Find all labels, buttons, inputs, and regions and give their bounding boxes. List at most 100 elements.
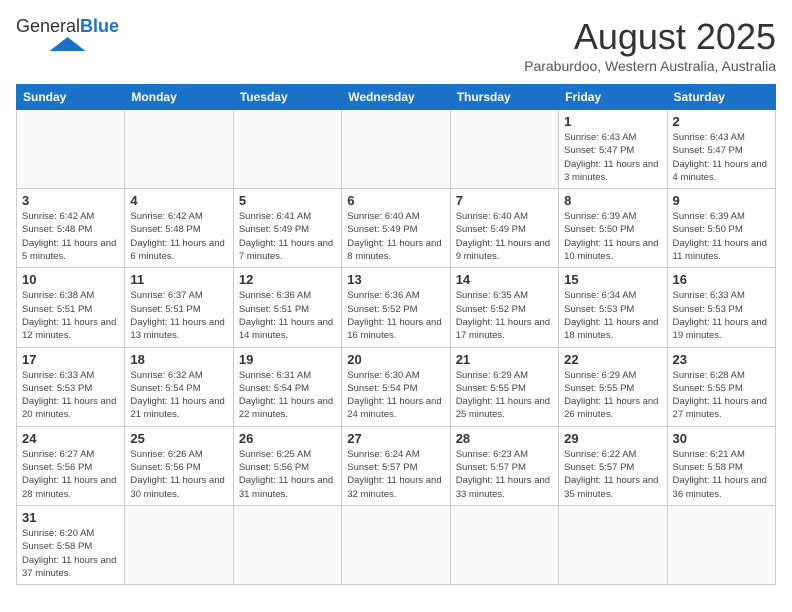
calendar-cell: 6Sunrise: 6:40 AM Sunset: 5:49 PM Daylig…	[342, 189, 450, 268]
calendar-cell: 22 Sunrise: 6:29 AM Sunset: 5:55 PM Dayli…	[559, 347, 667, 426]
calendar-cell: 3Sunrise: 6:42 AM Sunset: 5:48 PM Daylig…	[17, 189, 125, 268]
calendar-cell: 28 Sunrise: 6:23 AM Sunset: 5:57 PM Dayli…	[450, 426, 558, 505]
day-info: Sunrise: 6:24 AM Sunset: 5:57 PM Dayligh…	[347, 448, 444, 501]
day-info: Sunrise: 6:36 AM Sunset: 5:52 PM Dayligh…	[347, 289, 444, 342]
day-number: 5	[239, 193, 336, 208]
day-info: Sunrise: 6:38 AM Sunset: 5:51 PM Dayligh…	[22, 289, 119, 342]
day-number: 2	[673, 114, 770, 129]
weekday-tuesday: Tuesday	[233, 85, 341, 110]
weekday-saturday: Saturday	[667, 85, 775, 110]
day-number: 3	[22, 193, 119, 208]
day-number: 13	[347, 272, 444, 287]
week-row-0: 1 Sunrise: 6:43 AM Sunset: 5:47 PM Daylig…	[17, 110, 776, 189]
day-info: Sunrise: 6:39 AM Sunset: 5:50 PM Dayligh…	[673, 210, 770, 263]
calendar-cell: 25Sunrise: 6:26 AM Sunset: 5:56 PM Dayli…	[125, 426, 233, 505]
weekday-thursday: Thursday	[450, 85, 558, 110]
day-number: 25	[130, 431, 227, 446]
weekday-friday: Friday	[559, 85, 667, 110]
calendar-body: 1 Sunrise: 6:43 AM Sunset: 5:47 PM Daylig…	[17, 110, 776, 585]
calendar-cell	[233, 110, 341, 189]
day-number: 19	[239, 352, 336, 367]
day-number: 22	[564, 352, 661, 367]
day-number: 8	[564, 193, 661, 208]
day-info: Sunrise: 6:43 AM Sunset: 5:47 PM Dayligh…	[564, 131, 661, 184]
calendar-cell: 29 Sunrise: 6:22 AM Sunset: 5:57 PM Dayli…	[559, 426, 667, 505]
calendar-cell: 14 Sunrise: 6:35 AM Sunset: 5:52 PM Dayli…	[450, 268, 558, 347]
day-info: Sunrise: 6:40 AM Sunset: 5:49 PM Dayligh…	[347, 210, 444, 263]
calendar-cell: 7Sunrise: 6:40 AM Sunset: 5:49 PM Daylig…	[450, 189, 558, 268]
day-info: Sunrise: 6:21 AM Sunset: 5:58 PM Dayligh…	[673, 448, 770, 501]
day-number: 26	[239, 431, 336, 446]
day-number: 18	[130, 352, 227, 367]
calendar-cell	[450, 110, 558, 189]
day-number: 4	[130, 193, 227, 208]
calendar-cell	[667, 505, 775, 584]
day-info: Sunrise: 6:23 AM Sunset: 5:57 PM Dayligh…	[456, 448, 553, 501]
calendar-cell	[125, 110, 233, 189]
calendar-cell: 23Sunrise: 6:28 AM Sunset: 5:55 PM Dayli…	[667, 347, 775, 426]
day-number: 23	[673, 352, 770, 367]
week-row-5: 31Sunrise: 6:20 AM Sunset: 5:58 PM Dayli…	[17, 505, 776, 584]
day-info: Sunrise: 6:35 AM Sunset: 5:52 PM Dayligh…	[456, 289, 553, 342]
day-number: 20	[347, 352, 444, 367]
week-row-1: 3Sunrise: 6:42 AM Sunset: 5:48 PM Daylig…	[17, 189, 776, 268]
logo: GeneralBlue	[16, 16, 119, 51]
calendar-cell	[125, 505, 233, 584]
calendar-cell: 5 Sunrise: 6:41 AM Sunset: 5:49 PM Daylig…	[233, 189, 341, 268]
day-number: 30	[673, 431, 770, 446]
day-number: 10	[22, 272, 119, 287]
day-number: 1	[564, 114, 661, 129]
day-info: Sunrise: 6:32 AM Sunset: 5:54 PM Dayligh…	[130, 369, 227, 422]
day-info: Sunrise: 6:29 AM Sunset: 5:55 PM Dayligh…	[564, 369, 661, 422]
day-info: Sunrise: 6:33 AM Sunset: 5:53 PM Dayligh…	[22, 369, 119, 422]
day-number: 21	[456, 352, 553, 367]
page-header: GeneralBlue August 2025 Paraburdoo, West…	[16, 16, 776, 74]
calendar-cell: 20 Sunrise: 6:30 AM Sunset: 5:54 PM Dayli…	[342, 347, 450, 426]
calendar-cell	[559, 505, 667, 584]
calendar-cell: 16 Sunrise: 6:33 AM Sunset: 5:53 PM Dayli…	[667, 268, 775, 347]
day-info: Sunrise: 6:22 AM Sunset: 5:57 PM Dayligh…	[564, 448, 661, 501]
calendar-cell: 18 Sunrise: 6:32 AM Sunset: 5:54 PM Dayli…	[125, 347, 233, 426]
day-number: 11	[130, 272, 227, 287]
day-info: Sunrise: 6:30 AM Sunset: 5:54 PM Dayligh…	[347, 369, 444, 422]
day-info: Sunrise: 6:37 AM Sunset: 5:51 PM Dayligh…	[130, 289, 227, 342]
calendar-cell: 10 Sunrise: 6:38 AM Sunset: 5:51 PM Dayli…	[17, 268, 125, 347]
day-info: Sunrise: 6:33 AM Sunset: 5:53 PM Dayligh…	[673, 289, 770, 342]
day-info: Sunrise: 6:20 AM Sunset: 5:58 PM Dayligh…	[22, 527, 119, 580]
calendar-cell: 15Sunrise: 6:34 AM Sunset: 5:53 PM Dayli…	[559, 268, 667, 347]
day-number: 15	[564, 272, 661, 287]
day-number: 27	[347, 431, 444, 446]
calendar-cell	[342, 110, 450, 189]
calendar-cell	[342, 505, 450, 584]
day-number: 14	[456, 272, 553, 287]
day-number: 7	[456, 193, 553, 208]
day-info: Sunrise: 6:43 AM Sunset: 5:47 PM Dayligh…	[673, 131, 770, 184]
calendar-cell: 12Sunrise: 6:36 AM Sunset: 5:51 PM Dayli…	[233, 268, 341, 347]
title-block: August 2025 Paraburdoo, Western Australi…	[524, 16, 776, 74]
location-subtitle: Paraburdoo, Western Australia, Australia	[524, 58, 776, 74]
week-row-3: 17 Sunrise: 6:33 AM Sunset: 5:53 PM Dayli…	[17, 347, 776, 426]
calendar-cell: 1 Sunrise: 6:43 AM Sunset: 5:47 PM Daylig…	[559, 110, 667, 189]
day-info: Sunrise: 6:27 AM Sunset: 5:56 PM Dayligh…	[22, 448, 119, 501]
calendar-cell	[233, 505, 341, 584]
calendar-cell: 2 Sunrise: 6:43 AM Sunset: 5:47 PM Daylig…	[667, 110, 775, 189]
calendar-cell: 26Sunrise: 6:25 AM Sunset: 5:56 PM Dayli…	[233, 426, 341, 505]
calendar-cell: 17 Sunrise: 6:33 AM Sunset: 5:53 PM Dayli…	[17, 347, 125, 426]
calendar-cell: 27 Sunrise: 6:24 AM Sunset: 5:57 PM Dayli…	[342, 426, 450, 505]
logo-general-text: GeneralBlue	[16, 16, 119, 37]
calendar-cell	[450, 505, 558, 584]
calendar-table: SundayMondayTuesdayWednesdayThursdayFrid…	[16, 84, 776, 585]
week-row-4: 24 Sunrise: 6:27 AM Sunset: 5:56 PM Dayli…	[17, 426, 776, 505]
calendar-cell: 13 Sunrise: 6:36 AM Sunset: 5:52 PM Dayli…	[342, 268, 450, 347]
logo-triangle-icon	[50, 37, 86, 51]
day-number: 28	[456, 431, 553, 446]
day-info: Sunrise: 6:41 AM Sunset: 5:49 PM Dayligh…	[239, 210, 336, 263]
day-info: Sunrise: 6:29 AM Sunset: 5:55 PM Dayligh…	[456, 369, 553, 422]
day-number: 16	[673, 272, 770, 287]
day-number: 29	[564, 431, 661, 446]
day-number: 17	[22, 352, 119, 367]
day-number: 24	[22, 431, 119, 446]
calendar-cell: 21 Sunrise: 6:29 AM Sunset: 5:55 PM Dayli…	[450, 347, 558, 426]
week-row-2: 10 Sunrise: 6:38 AM Sunset: 5:51 PM Dayli…	[17, 268, 776, 347]
calendar-cell: 24 Sunrise: 6:27 AM Sunset: 5:56 PM Dayli…	[17, 426, 125, 505]
